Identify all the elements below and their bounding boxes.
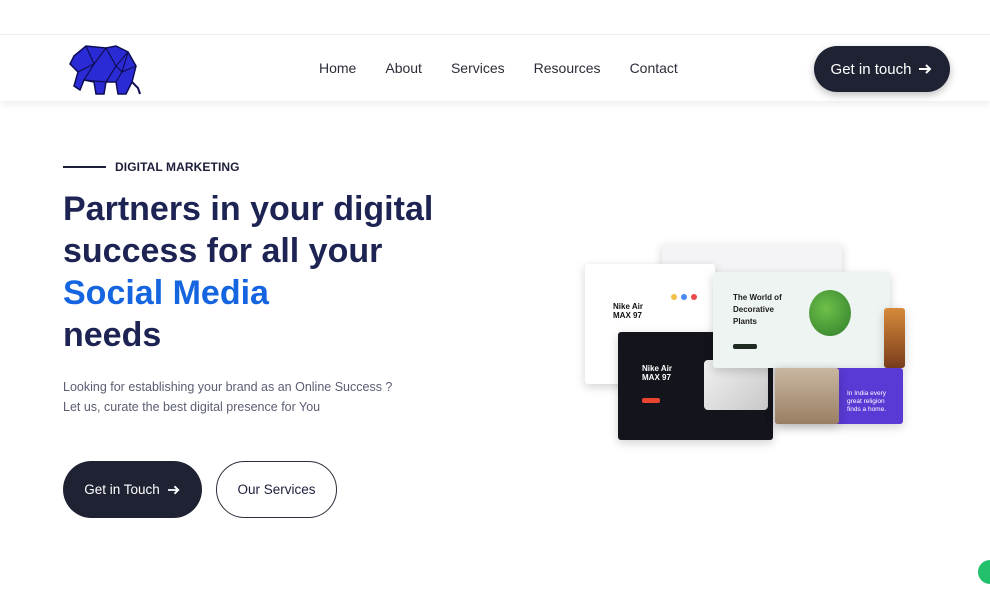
- nav-services[interactable]: Services: [451, 60, 505, 76]
- arrow-right-icon: [167, 485, 180, 494]
- india-text: In India every great religion finds a ho…: [847, 390, 887, 413]
- nav-contact[interactable]: Contact: [630, 60, 678, 76]
- headline-line-4: needs: [63, 316, 162, 354]
- nike-light-title: Nike Air MAX 97: [613, 302, 643, 320]
- navbar: Home About Services Resources Contact Ge…: [0, 36, 990, 101]
- get-in-touch-header-label: Get in touch: [830, 60, 912, 78]
- eyebrow-text: DIGITAL MARKETING: [115, 160, 240, 174]
- headline-line-2: success for all your: [63, 232, 383, 270]
- nav-about[interactable]: About: [385, 60, 422, 76]
- hero-subtext: Looking for establishing your brand as a…: [63, 377, 392, 417]
- get-in-touch-header-button[interactable]: Get in touch: [814, 46, 950, 92]
- nav-resources[interactable]: Resources: [534, 60, 601, 76]
- collage-card-plants: The World of Decorative Plants: [713, 272, 890, 368]
- our-services-label: Our Services: [237, 482, 316, 497]
- main-nav: Home About Services Resources Contact: [319, 60, 707, 76]
- eyebrow-line: [63, 166, 106, 168]
- top-strip: [0, 0, 990, 35]
- nike-dark-title: Nike Air MAX 97: [642, 364, 672, 382]
- color-dot: [691, 294, 697, 300]
- subtext-line-1: Looking for establishing your brand as a…: [63, 380, 393, 394]
- buy-chip: [642, 398, 660, 403]
- subtext-line-2: Let us, curate the best digital presence…: [63, 400, 321, 414]
- chat-widget-icon[interactable]: [978, 560, 990, 584]
- color-dot: [681, 294, 687, 300]
- plants-title: The World of Decorative Plants: [733, 293, 782, 326]
- our-services-button[interactable]: Our Services: [216, 461, 337, 518]
- color-dot: [671, 294, 677, 300]
- collage-photo-monument: [775, 368, 839, 424]
- shop-chip: [733, 344, 757, 349]
- collage-card-orange: [884, 308, 905, 368]
- hero-headline: Partners in your digital success for all…: [63, 188, 483, 356]
- plant-image: [809, 290, 851, 336]
- arrow-right-icon: [919, 64, 932, 74]
- headline-highlight: Social Media: [63, 274, 269, 312]
- get-in-touch-label: Get in Touch: [84, 482, 160, 497]
- nav-home[interactable]: Home: [319, 60, 356, 76]
- eyebrow: DIGITAL MARKETING: [63, 160, 240, 174]
- elephant-logo-icon[interactable]: [66, 42, 142, 96]
- headline-line-1: Partners in your digital: [63, 190, 434, 228]
- get-in-touch-button[interactable]: Get in Touch: [63, 461, 202, 518]
- hero-collage-image: Nike Air MAX 97 Nike Air MAX 97 The Worl…: [585, 244, 905, 440]
